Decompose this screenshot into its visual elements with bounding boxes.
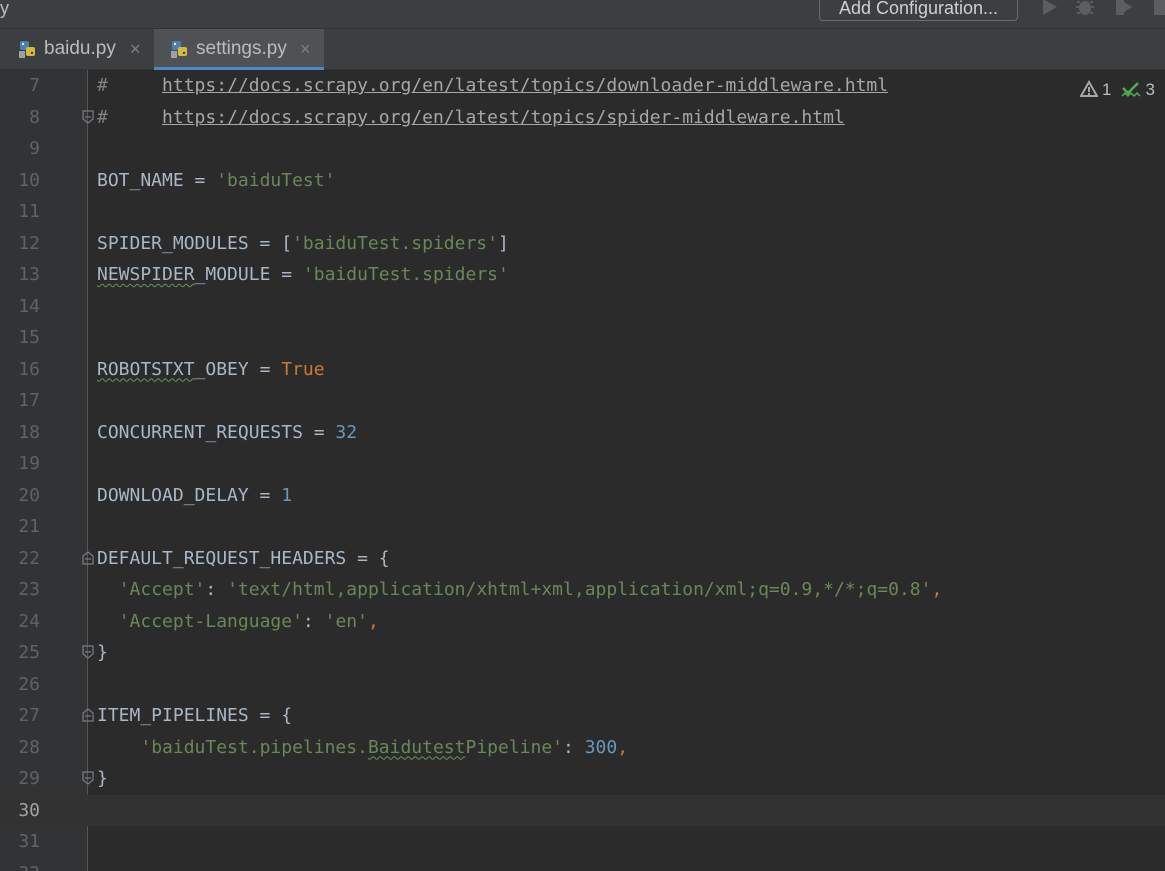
line-number: 30 [18,799,40,821]
code-line[interactable]: 22 DEFAULT_REQUEST_HEADERS = { [0,543,1165,575]
line-number: 29 [18,768,40,789]
code-line[interactable]: 12 SPIDER_MODULES = ['baiduTest.spiders'… [0,228,1165,260]
line-number: 22 [18,547,40,569]
code-line[interactable]: 29 } [0,763,1165,795]
code-line[interactable]: 21 [0,511,1165,543]
line-text: CONCURRENT_REQUESTS = 32 [97,421,358,443]
code-line[interactable]: 16 ROBOTSTXT_OBEY = True [0,354,1165,386]
code-line[interactable]: 28 'baiduTest.pipelines.BaidutestPipelin… [0,732,1165,764]
current-code-line[interactable]: 30 [0,794,1165,826]
line-text: # https://docs.scrapy.org/en/latest/topi… [97,75,889,96]
line-number: 19 [18,453,40,474]
line-number: 32 [0,858,40,871]
debug-icon[interactable] [1074,0,1096,18]
code-line[interactable]: 19 [0,448,1165,480]
fold-start-icon[interactable] [82,550,94,565]
line-number: 26 [18,673,40,695]
line-number: 21 [18,516,40,537]
code-line[interactable]: 10 BOT_NAME = 'baiduTest' [0,165,1165,197]
code-line[interactable]: 23 'Accept': 'text/html,application/xhtm… [0,574,1165,606]
line-number: 14 [18,295,40,317]
line-text: } [97,642,108,663]
doc-link: https://docs.scrapy.org/en/latest/topics… [162,75,889,96]
line-number: 7 [29,75,40,96]
code-line[interactable]: 7 # https://docs.scrapy.org/en/latest/to… [0,70,1165,102]
code-line[interactable]: 32 [0,858,1165,871]
close-tab-icon[interactable]: × [300,29,311,69]
code-line[interactable]: 26 [0,669,1165,701]
line-text: ROBOTSTXT_OBEY = True [97,358,325,380]
add-configuration-button[interactable]: Add Configuration... [819,0,1018,21]
close-tab-icon[interactable]: × [130,29,141,69]
line-number: 23 [18,579,40,600]
doc-link: https://docs.scrapy.org/en/latest/topics… [162,106,845,128]
code-line[interactable]: 11 [0,196,1165,228]
tab-label: baidu.py [44,38,116,59]
fold-end-icon[interactable] [82,109,94,124]
line-number: 25 [18,642,40,663]
code-line[interactable]: 20 DOWNLOAD_DELAY = 1 [0,480,1165,512]
python-file-icon [19,41,35,58]
line-text: # https://docs.scrapy.org/en/latest/topi… [97,106,845,128]
line-number: 28 [18,736,40,758]
code-line[interactable]: 14 [0,291,1165,323]
line-number: 15 [18,327,40,348]
line-number: 11 [18,201,40,222]
line-text: } [97,768,108,789]
line-number: 31 [18,831,40,852]
tab-settings-py[interactable]: settings.py × [154,29,324,70]
code-line[interactable]: 9 [0,133,1165,165]
line-text: 'baiduTest.pipelines.BaidutestPipeline':… [140,736,629,758]
line-text: DEFAULT_REQUEST_HEADERS = { [97,547,390,569]
line-text: 'Accept': 'text/html,application/xhtml+x… [118,579,943,600]
line-number: 18 [18,421,40,443]
line-text: SPIDER_MODULES = ['baiduTest.spiders'] [97,232,509,254]
line-number: 24 [18,610,40,632]
editor-tab-bar: baidu.py × settings.py × [0,28,1165,70]
python-file-icon [171,41,187,58]
code-editor[interactable]: 1 3 7 # https://docs.scrapy.org/en/lates… [0,70,1165,871]
code-line[interactable]: 27 ITEM_PIPELINES = { [0,700,1165,732]
fold-end-icon[interactable] [82,645,94,659]
line-text: ITEM_PIPELINES = { [97,705,293,726]
line-text: BOT_NAME = 'baiduTest' [97,169,336,191]
line-number: 20 [18,484,40,506]
line-text: NEWSPIDER_MODULE = 'baiduTest.spiders' [97,264,509,285]
line-number: 27 [18,705,40,726]
code-line[interactable]: 31 [0,826,1165,858]
code-line[interactable]: 18 CONCURRENT_REQUESTS = 32 [0,417,1165,449]
code-line[interactable]: 8 # https://docs.scrapy.org/en/latest/to… [0,102,1165,134]
line-number: 8 [29,106,40,128]
stop-icon[interactable] [1152,0,1165,18]
line-number: 9 [29,138,40,159]
code-line[interactable]: 25 } [0,637,1165,669]
line-text: DOWNLOAD_DELAY = 1 [97,484,293,506]
fold-end-icon[interactable] [82,771,94,785]
code-line[interactable]: 13 NEWSPIDER_MODULE = 'baiduTest.spiders… [0,259,1165,291]
code-line[interactable]: 17 [0,385,1165,417]
line-number: 12 [18,232,40,254]
line-text: 'Accept-Language': 'en', [118,610,379,632]
main-toolbar: y Add Configuration... [0,0,1165,28]
tab-label: settings.py [196,38,287,59]
fold-start-icon[interactable] [82,708,94,722]
line-number: 16 [18,358,40,380]
code-line[interactable]: 24 'Accept-Language': 'en', [0,606,1165,638]
line-number: 17 [18,390,40,411]
project-name-fragment: y [0,0,9,18]
code-line[interactable]: 15 [0,322,1165,354]
run-icon[interactable] [1038,0,1060,18]
line-number: 10 [18,169,40,191]
run-with-coverage-icon[interactable] [1112,0,1134,18]
tab-baidu-py[interactable]: baidu.py × [0,29,152,70]
line-number: 13 [18,264,40,285]
